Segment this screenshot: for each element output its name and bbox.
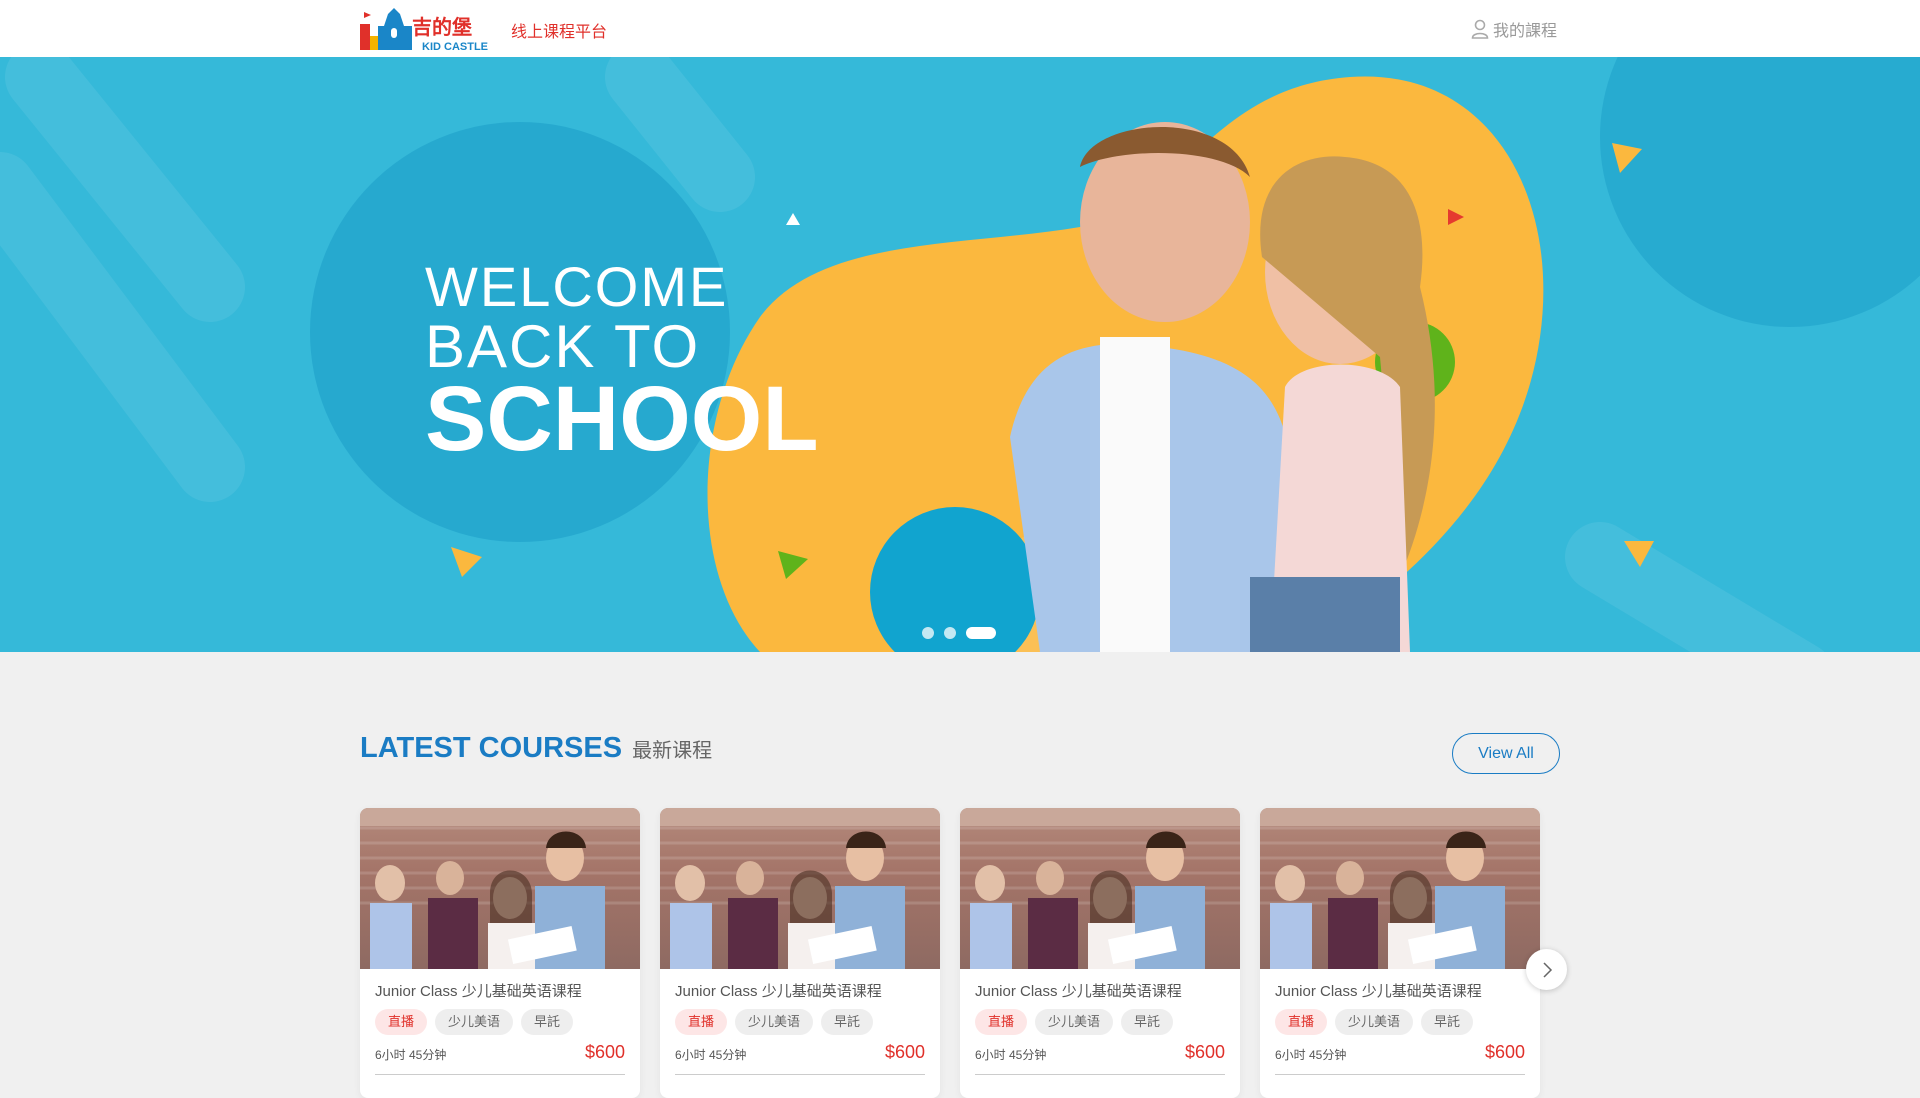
banner-school: SCHOOL <box>425 368 819 470</box>
course-duration: 6小时 45分钟 <box>975 1048 1047 1062</box>
course-price: $600 <box>584 1042 625 1062</box>
course-thumbnail <box>660 808 940 969</box>
my-courses-link[interactable]: 我的課程 <box>1471 17 1557 41</box>
carousel-dot-3[interactable] <box>966 627 996 639</box>
course-tag: 直播 <box>1275 1009 1328 1035</box>
carousel-dots <box>922 627 996 639</box>
top-header: 吉的堡 KID CASTLE 线上课程平台 我的課程 <box>0 0 1920 57</box>
view-all-button[interactable]: View All <box>1452 733 1560 774</box>
course-title: Junior Class 少儿基础英语课程 <box>675 983 882 1000</box>
divider <box>1275 1074 1525 1075</box>
course-tag: 早託 <box>1421 1009 1474 1035</box>
course-tag: 少儿美语 <box>1035 1009 1114 1035</box>
students-photo <box>1260 808 1540 969</box>
banner-welcome: WELCOME <box>425 255 729 318</box>
students-photo <box>960 808 1240 969</box>
divider <box>675 1074 925 1075</box>
students-photo <box>360 808 640 969</box>
course-title: Junior Class 少儿基础英语课程 <box>975 983 1182 1000</box>
course-tag: 直播 <box>675 1009 728 1035</box>
course-price: $600 <box>1484 1042 1525 1062</box>
divider <box>975 1074 1225 1075</box>
course-thumbnail <box>360 808 640 969</box>
course-tag: 少儿美语 <box>435 1009 514 1035</box>
course-tag: 少儿美语 <box>735 1009 814 1035</box>
course-duration: 6小时 45分钟 <box>675 1048 747 1062</box>
chevron-right-icon <box>1542 961 1552 978</box>
carousel-dot-2[interactable] <box>944 627 956 639</box>
course-card[interactable]: Junior Class 少儿基础英语课程 直播 少儿美语 早託 6小时 45分钟 … <box>360 808 640 1098</box>
platform-label: 线上课程平台 <box>511 24 608 41</box>
course-tags: 直播 少儿美语 早託 <box>1275 1009 1474 1035</box>
svg-text:吉的堡: 吉的堡 <box>412 15 472 39</box>
children-photo <box>1010 122 1435 652</box>
course-tag: 早託 <box>1121 1009 1174 1035</box>
section-title-en: LATEST COURSES <box>360 732 623 764</box>
my-courses-label: 我的課程 <box>1493 23 1558 40</box>
course-tag: 直播 <box>975 1009 1028 1035</box>
course-card[interactable]: Junior Class 少儿基础英语课程 直播 少儿美语 早託 6小时 45分钟 … <box>960 808 1240 1098</box>
course-title: Junior Class 少儿基础英语课程 <box>1275 983 1482 1000</box>
section-title-cn: 最新课程 <box>632 740 713 762</box>
course-price: $600 <box>884 1042 925 1062</box>
divider <box>375 1074 625 1075</box>
svg-text:KID CASTLE: KID CASTLE <box>422 41 488 52</box>
course-tags: 直播 少儿美语 早託 <box>675 1009 874 1035</box>
section-title: LATEST COURSES 最新课程 <box>360 732 712 765</box>
course-card[interactable]: Junior Class 少儿基础英语课程 直播 少儿美语 早託 6小时 45分钟 … <box>1260 808 1540 1098</box>
course-duration: 6小时 45分钟 <box>375 1048 447 1062</box>
course-duration: 6小时 45分钟 <box>1275 1048 1347 1062</box>
course-title: Junior Class 少儿基础英语课程 <box>375 983 582 1000</box>
course-thumbnail <box>960 808 1240 969</box>
course-card[interactable]: Junior Class 少儿基础英语课程 直播 少儿美语 早託 6小时 45分钟 … <box>660 808 940 1098</box>
user-icon <box>1471 19 1489 39</box>
course-tag: 早託 <box>821 1009 874 1035</box>
course-tags: 直播 少儿美语 早託 <box>975 1009 1174 1035</box>
course-tag: 少儿美语 <box>1335 1009 1414 1035</box>
next-courses-button[interactable] <box>1526 949 1567 990</box>
course-tag: 直播 <box>375 1009 428 1035</box>
kid-castle-logo[interactable]: 吉的堡 KID CASTLE <box>360 6 500 52</box>
course-tags: 直播 少儿美语 早託 <box>375 1009 574 1035</box>
course-thumbnail <box>1260 808 1540 969</box>
banner-artwork <box>0 57 1920 652</box>
course-tag: 早託 <box>521 1009 574 1035</box>
hero-banner[interactable]: WELCOME BACK TO SCHOOL <box>0 57 1920 652</box>
carousel-dot-1[interactable] <box>922 627 934 639</box>
students-photo <box>660 808 940 969</box>
course-price: $600 <box>1184 1042 1225 1062</box>
